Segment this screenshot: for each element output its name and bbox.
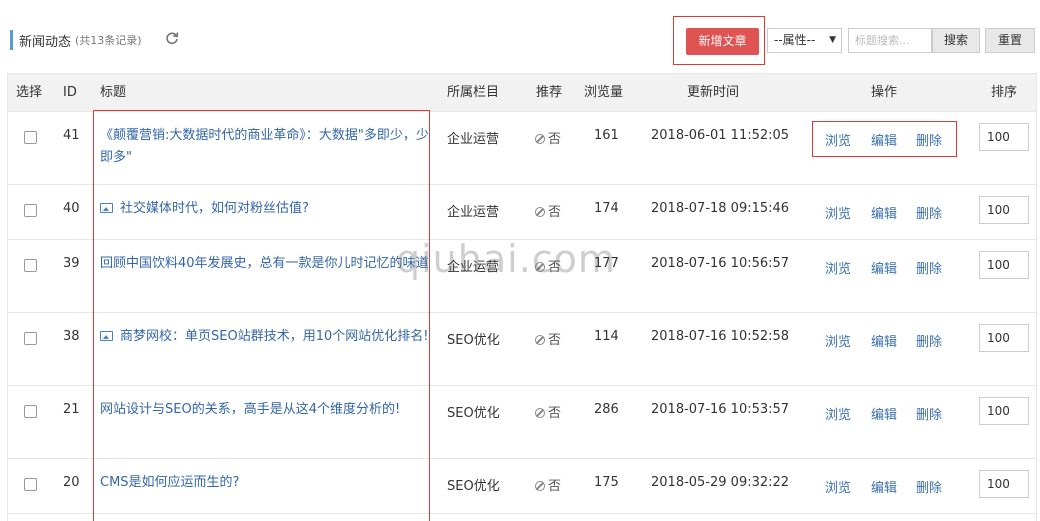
not-recommended-icon xyxy=(535,408,545,418)
row-updated: 2018-07-16 10:53:57 xyxy=(651,402,790,417)
row-checkbox[interactable] xyxy=(24,131,37,144)
row-id: 41 xyxy=(63,128,80,143)
row-recommend[interactable]: 否 xyxy=(535,128,561,147)
delete-link[interactable]: 删除 xyxy=(916,258,942,277)
row-id: 20 xyxy=(63,475,80,490)
view-link[interactable]: 浏览 xyxy=(825,404,851,423)
row-views: 174 xyxy=(594,201,619,216)
delete-link[interactable]: 删除 xyxy=(916,203,942,222)
row-recommend-text: 否 xyxy=(548,406,562,421)
col-views: 浏览量 xyxy=(584,85,624,100)
col-title: 标题 xyxy=(100,85,127,100)
view-link[interactable]: 浏览 xyxy=(825,477,851,496)
row-recommend-text: 否 xyxy=(548,333,562,348)
edit-link[interactable]: 编辑 xyxy=(871,331,897,350)
row-id: 21 xyxy=(63,402,80,417)
row-category: SEO优化 xyxy=(447,406,500,421)
row-recommend[interactable]: 否 xyxy=(535,475,561,494)
row-checkbox[interactable] xyxy=(24,332,37,345)
toolbar: 新闻动态 (共13条记录) 新增文章 --属性-- ▼ 标题搜索... 搜索 重… xyxy=(0,0,1040,72)
row-updated: 2018-07-16 10:56:57 xyxy=(651,256,790,271)
sort-order-input[interactable]: 100 xyxy=(979,470,1029,498)
sort-order-input[interactable]: 100 xyxy=(979,324,1029,352)
col-recommend: 推荐 xyxy=(536,85,563,100)
row-id: 40 xyxy=(63,201,80,216)
not-recommended-icon xyxy=(535,207,545,217)
row-updated: 2018-07-16 10:52:58 xyxy=(651,329,790,344)
col-updated: 更新时间 xyxy=(687,85,740,100)
dropdown-caret-icon: ▼ xyxy=(829,35,836,45)
col-id: ID xyxy=(63,85,77,100)
row-views: 161 xyxy=(594,128,619,143)
watermark: qiuhai.com xyxy=(396,237,616,281)
view-link[interactable]: 浏览 xyxy=(825,331,851,350)
col-select: 选择 xyxy=(16,85,43,100)
edit-link[interactable]: 编辑 xyxy=(871,203,897,222)
edit-link[interactable]: 编辑 xyxy=(871,258,897,277)
row-updated: 2018-07-18 09:15:46 xyxy=(651,201,790,216)
row-checkbox[interactable] xyxy=(24,204,37,217)
row-id: 38 xyxy=(63,329,80,344)
refresh-icon[interactable] xyxy=(165,31,179,45)
row-views: 175 xyxy=(594,475,619,490)
row-checkbox[interactable] xyxy=(24,405,37,418)
row-id: 39 xyxy=(63,256,80,271)
row-recommend[interactable]: 否 xyxy=(535,201,561,220)
col-category: 所属栏目 xyxy=(447,85,500,100)
view-link[interactable]: 浏览 xyxy=(825,203,851,222)
sort-order-input[interactable]: 100 xyxy=(979,123,1029,151)
not-recommended-icon xyxy=(535,134,545,144)
add-article-button[interactable]: 新增文章 xyxy=(686,28,759,55)
sort-order-input[interactable]: 100 xyxy=(979,397,1029,425)
record-count: (共13条记录) xyxy=(75,34,142,47)
page-title-text: 新闻动态 xyxy=(19,34,72,50)
sort-order-input[interactable]: 100 xyxy=(979,251,1029,279)
row-recommend-text: 否 xyxy=(548,132,562,147)
row-recommend-text: 否 xyxy=(548,205,562,220)
col-sort: 排序 xyxy=(991,85,1018,100)
col-actions: 操作 xyxy=(871,85,898,100)
row-updated: 2018-06-01 11:52:05 xyxy=(651,128,790,143)
edit-link[interactable]: 编辑 xyxy=(871,404,897,423)
delete-link[interactable]: 删除 xyxy=(916,477,942,496)
edit-link[interactable]: 编辑 xyxy=(871,477,897,496)
delete-link[interactable]: 删除 xyxy=(916,331,942,350)
title-column-highlight-frame xyxy=(93,110,430,521)
row-recommend-text: 否 xyxy=(548,479,562,494)
row-category: SEO优化 xyxy=(447,479,500,494)
not-recommended-icon xyxy=(535,481,545,491)
attribute-select-value: --属性-- xyxy=(774,33,816,47)
row-category: SEO优化 xyxy=(447,333,500,348)
row-category: 企业运营 xyxy=(447,205,500,220)
view-link[interactable]: 浏览 xyxy=(825,258,851,277)
not-recommended-icon xyxy=(535,335,545,345)
row-category: 企业运营 xyxy=(447,132,500,147)
row-recommend[interactable]: 否 xyxy=(535,329,561,348)
reset-button[interactable]: 重置 xyxy=(985,28,1035,53)
row-views: 114 xyxy=(594,329,619,344)
row-checkbox[interactable] xyxy=(24,478,37,491)
sort-order-input[interactable]: 100 xyxy=(979,196,1029,224)
attribute-select[interactable]: --属性-- ▼ xyxy=(767,28,842,53)
row-recommend[interactable]: 否 xyxy=(535,402,561,421)
row-checkbox[interactable] xyxy=(24,259,37,272)
row-updated: 2018-05-29 09:32:22 xyxy=(651,475,790,490)
page-title: 新闻动态 (共13条记录) xyxy=(10,30,142,50)
table-header: 选择 ID 标题 所属栏目 推荐 浏览量 更新时间 操作 排序 xyxy=(8,73,1036,112)
delete-link[interactable]: 删除 xyxy=(916,404,942,423)
title-search-input[interactable]: 标题搜索... xyxy=(848,28,932,53)
row-views: 286 xyxy=(594,402,619,417)
actions-highlight-frame xyxy=(812,121,957,157)
search-button[interactable]: 搜索 xyxy=(932,28,980,53)
